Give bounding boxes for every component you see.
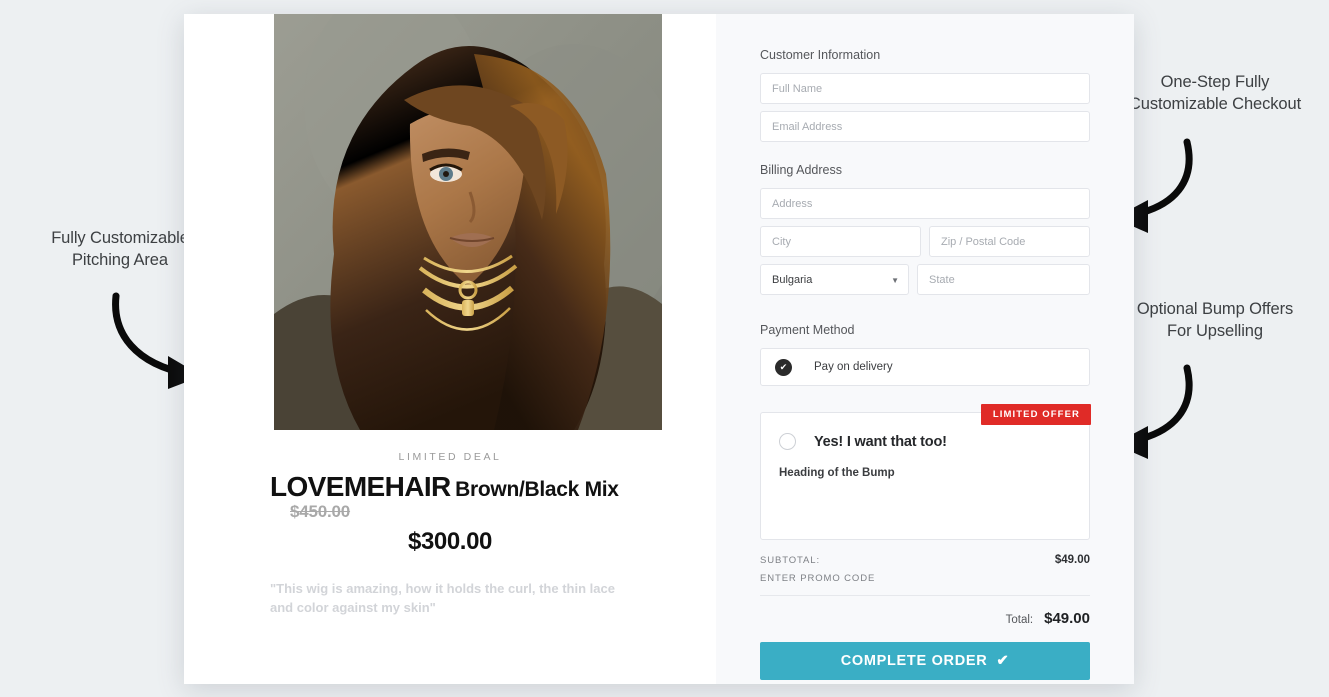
product-brand: LOVEMEHAIR <box>270 471 451 502</box>
country-state-row: ▼ <box>760 264 1090 302</box>
annotation-bump-offers: Optional Bump Offers For Upselling <box>1136 300 1294 340</box>
state-input[interactable] <box>917 264 1090 295</box>
city-zip-row <box>760 226 1090 264</box>
checkout-column: Customer Information Billing Address ▼ P… <box>716 14 1134 684</box>
pitch-column: LIMITED DEAL LOVEMEHAIR Brown/Black Mix … <box>184 14 716 684</box>
limited-deal-eyebrow: LIMITED DEAL <box>398 451 502 463</box>
bump-offer: LIMITED OFFER Yes! I want that too! Head… <box>760 404 1091 540</box>
bump-accept-row[interactable]: Yes! I want that too! <box>779 433 1071 450</box>
bump-accept-label: Yes! I want that too! <box>814 433 947 450</box>
bump-checkbox[interactable] <box>779 433 796 450</box>
zip-input[interactable] <box>929 226 1090 257</box>
product-new-price: $300.00 <box>408 528 492 556</box>
bump-heading: Heading of the Bump <box>779 467 895 479</box>
bump-offer-box[interactable]: Yes! I want that too! Heading of the Bum… <box>760 412 1090 540</box>
country-select[interactable] <box>760 264 909 295</box>
billing-address-label: Billing Address <box>760 163 842 177</box>
total-label: Total: <box>1005 614 1034 626</box>
payment-method-label: Payment Method <box>760 323 855 337</box>
order-totals: SUBTOTAL: $49.00 ENTER PROMO CODE Total:… <box>760 554 1090 627</box>
product-image <box>274 14 662 430</box>
email-input[interactable] <box>760 111 1090 142</box>
city-input[interactable] <box>760 226 921 257</box>
payment-option-pay-on-delivery[interactable]: ✔ Pay on delivery <box>760 348 1090 386</box>
product-testimonial: "This wig is amazing, how it holds the c… <box>270 581 615 616</box>
subtotal-row: SUBTOTAL: $49.00 <box>760 554 1090 566</box>
subtotal-label: SUBTOTAL: <box>760 555 821 566</box>
total-value: $49.00 <box>1044 610 1090 627</box>
checkmark-icon: ✔ <box>996 653 1010 669</box>
check-icon: ✔ <box>775 358 792 376</box>
customer-information-label: Customer Information <box>760 48 881 62</box>
complete-order-button[interactable]: COMPLETE ORDER ✔ <box>760 642 1090 680</box>
product-title: LOVEMEHAIR Brown/Black Mix $450.00 <box>184 471 716 522</box>
product-variant: Brown/Black Mix <box>455 478 619 501</box>
annotation-one-step-checkout: One-Step Fully Customizable Checkout <box>1128 73 1302 113</box>
address-input[interactable] <box>760 188 1090 219</box>
enter-promo-code-link[interactable]: ENTER PROMO CODE <box>760 573 1090 596</box>
checkout-card: LIMITED DEAL LOVEMEHAIR Brown/Black Mix … <box>184 14 1134 684</box>
full-name-input[interactable] <box>760 73 1090 104</box>
payment-option-label: Pay on delivery <box>814 361 893 373</box>
country-select-wrapper[interactable]: ▼ <box>760 264 909 302</box>
limited-offer-badge: LIMITED OFFER <box>980 404 1091 425</box>
complete-order-label: COMPLETE ORDER <box>840 653 988 669</box>
pitch-body: LIMITED DEAL LOVEMEHAIR Brown/Black Mix … <box>184 430 716 618</box>
subtotal-value: $49.00 <box>1054 554 1090 566</box>
product-old-price: $450.00 <box>290 502 351 522</box>
grand-total-row: Total: $49.00 <box>760 610 1090 627</box>
